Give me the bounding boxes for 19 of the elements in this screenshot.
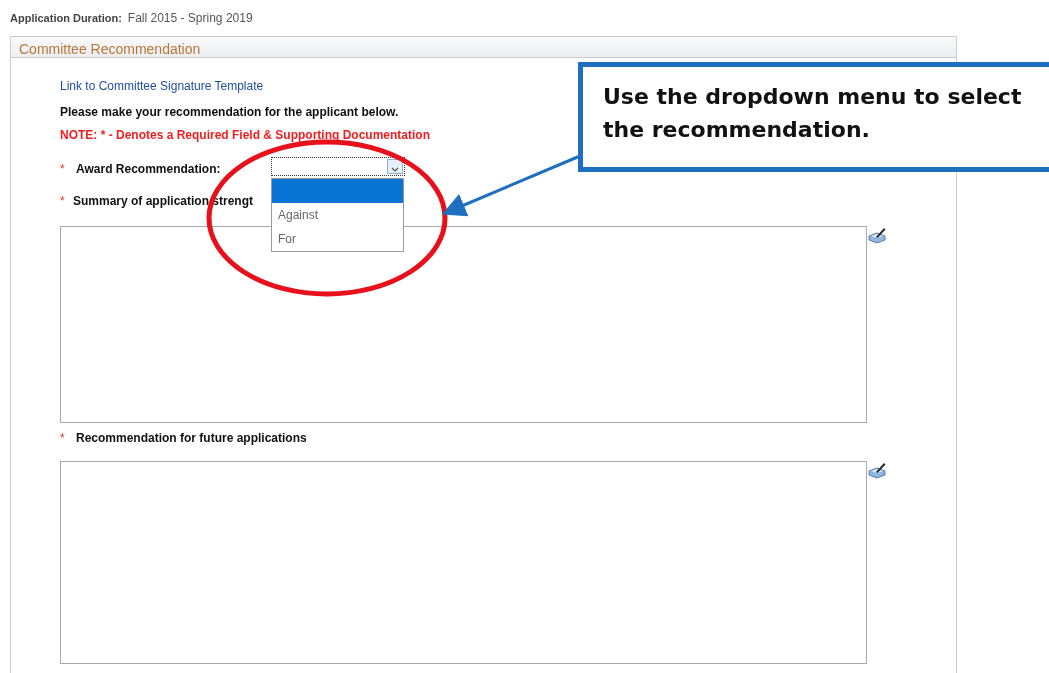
dropdown-option[interactable]: Against (272, 203, 403, 227)
dropdown[interactable] (271, 157, 405, 176)
callout-box: Use the dropdown menu to select the recommendation. (578, 62, 1049, 172)
field-label: Summary of application strengt (73, 193, 254, 210)
required-note: NOTE: * - Denotes a Required Field & Supporting Documentation (60, 127, 430, 144)
dropdown-option[interactable]: For (272, 227, 403, 251)
spellcheck-icon[interactable] (867, 461, 887, 479)
spellcheck-icon[interactable] (867, 226, 887, 244)
field-label: Application Duration: (10, 12, 122, 24)
field-value: Fall 2015 - Spring 2019 (127, 11, 253, 25)
instruction-text: Please make your recommendation for the applicant below. (60, 104, 399, 121)
field-label: Recommendation for future applications (76, 430, 307, 447)
required-mark: * (60, 161, 66, 178)
template-link[interactable]: Link to Committee Signature Template (60, 77, 264, 95)
field-label: Award Recommendation: (76, 161, 221, 178)
caret-icon (387, 159, 403, 174)
panel-title: Committee Recommendation (11, 37, 956, 58)
required-mark: * (60, 193, 66, 210)
required-mark: * (60, 430, 66, 447)
